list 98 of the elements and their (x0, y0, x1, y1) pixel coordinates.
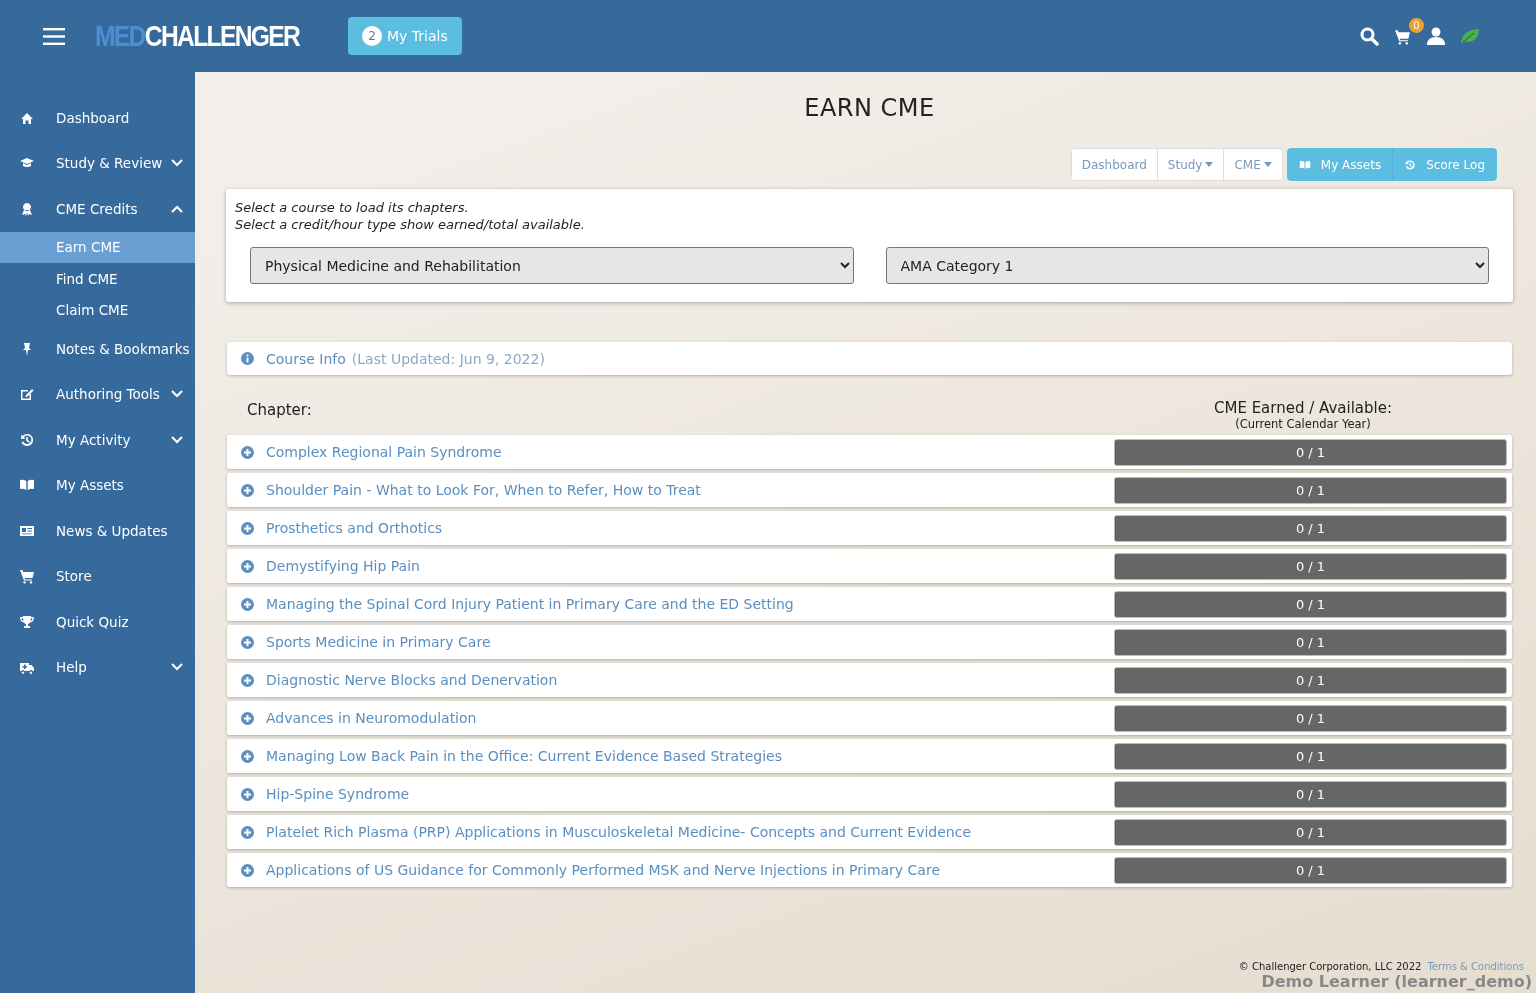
copyright-text: © Challenger Corporation, LLC 2022 (1238, 961, 1422, 972)
plus-circle-icon[interactable] (241, 483, 254, 497)
plus-circle-icon[interactable] (241, 825, 254, 839)
chapter-title[interactable]: Platelet Rich Plasma (PRP) Applications in Musculoskeletal Medicine- Concepts and Current Evidence (266, 824, 1102, 840)
course-dropdown[interactable]: Physical Medicine and Rehabilitation (250, 247, 854, 284)
chapter-heading: Chapter: (247, 401, 312, 419)
chapter-title[interactable]: Hip-Spine Syndrome (266, 786, 1102, 802)
chevron-down-icon[interactable] (171, 159, 183, 168)
sidebar-item[interactable]: Help (0, 644, 195, 690)
progress-reading: 0 / 1 (1295, 672, 1326, 688)
chapter-row[interactable]: Shoulder Pain - What to Look For, When to Refer, How to Treat 0 / 1 (227, 473, 1512, 507)
progress-reading: 0 / 1 (1295, 482, 1326, 498)
cart-icon[interactable] (1393, 27, 1412, 45)
sidebar-item[interactable]: Study & Review (0, 140, 195, 186)
sidebar-item[interactable]: Store (0, 553, 195, 599)
search-icon[interactable] (1360, 26, 1379, 46)
course-info-bar[interactable]: Course Info (Last Updated: Jun 9, 2022) (227, 342, 1512, 375)
sidebar-item[interactable]: Quick Quiz (0, 599, 195, 645)
chapter-row[interactable]: Advances in Neuromodulation 0 / 1 (227, 701, 1512, 735)
plus-circle-icon[interactable] (241, 711, 254, 725)
course-info-link[interactable]: Course Info (266, 350, 346, 367)
earned-heading: CME Earned / Available: (1213, 399, 1392, 417)
chapter-row[interactable]: Complex Regional Pain Syndrome 0 / 1 (227, 435, 1512, 469)
chapter-title[interactable]: Complex Regional Pain Syndrome (266, 444, 1102, 460)
chevron-up-icon[interactable] (171, 204, 183, 213)
plus-circle-icon[interactable] (241, 521, 254, 535)
nav-button[interactable]: Dashboard (1071, 149, 1158, 180)
chapter-row[interactable]: Demystifying Hip Pain 0 / 1 (227, 549, 1512, 583)
chevron-down-icon[interactable] (171, 663, 183, 672)
cart-icon (19, 568, 35, 585)
trophy-icon (19, 613, 35, 630)
progress-reading: 0 / 1 (1295, 748, 1326, 764)
sidebar-item[interactable]: Authoring Tools (0, 371, 195, 417)
user-icon[interactable] (1426, 27, 1446, 45)
chapter-row[interactable]: Prosthetics and Orthotics 0 / 1 (227, 511, 1512, 545)
info-icon (241, 352, 254, 365)
plus-circle-icon[interactable] (241, 673, 254, 687)
page-title: EARN CME (803, 94, 936, 122)
award-icon (19, 200, 35, 217)
progress-reading: 0 / 1 (1295, 520, 1326, 536)
chevron-down-icon[interactable] (171, 435, 183, 444)
chapter-row[interactable]: Managing the Spinal Cord Injury Patient in Primary Care and the ED Setting 0 / 1 (227, 587, 1512, 621)
progress-reading: 0 / 1 (1295, 444, 1326, 460)
menu-icon[interactable] (43, 27, 65, 45)
user-name-text: Demo Learner (learner_demo) (1261, 972, 1532, 991)
sidebar-item[interactable]: Notes & Bookmarks (0, 326, 195, 372)
cart-count-badge: 0 (1409, 17, 1424, 33)
chapter-row[interactable]: Sports Medicine in Primary Care 0 / 1 (227, 625, 1512, 659)
caret-icon (1205, 162, 1214, 167)
leaf-icon[interactable] (1460, 27, 1480, 45)
history-icon (1404, 158, 1417, 171)
plus-circle-icon[interactable] (241, 559, 254, 573)
plus-circle-icon[interactable] (241, 749, 254, 763)
earned-subheading: (Current Calendar Year) (1235, 417, 1371, 431)
plus-circle-icon[interactable] (241, 635, 254, 649)
progress-reading: 0 / 1 (1295, 786, 1326, 802)
logo[interactable]: MEDCHALLENGER (95, 19, 300, 53)
sidebar-subitem[interactable]: Find CME (0, 263, 195, 295)
chapter-row[interactable]: Applications of US Guidance for Commonly Performed MSK and Nerve Injections in Primary Care 0 / 1 (227, 853, 1512, 887)
chapter-row[interactable]: Diagnostic Nerve Blocks and Denervation 0 / 1 (227, 663, 1512, 697)
chapter-row[interactable]: Managing Low Back Pain in the Office: Current Evidence Based Strategies 0 / 1 (227, 739, 1512, 773)
sidebar-subitem[interactable]: Claim CME (0, 294, 195, 326)
sidebar-item[interactable]: CME Credits (0, 186, 195, 232)
chapter-title[interactable]: Diagnostic Nerve Blocks and Denervation (266, 672, 1102, 688)
credit-type-dropdown[interactable]: AMA Category 1 (885, 247, 1489, 284)
chapter-row[interactable]: Hip-Spine Syndrome 0 / 1 (227, 777, 1512, 811)
plus-circle-icon[interactable] (241, 863, 254, 877)
caret-icon (1263, 162, 1272, 167)
sidebar-item[interactable]: News & Updates (0, 508, 195, 554)
plus-circle-icon[interactable] (241, 597, 254, 611)
progress-reading: 0 / 1 (1295, 862, 1326, 878)
chapter-title[interactable]: Managing Low Back Pain in the Office: Current Evidence Based Strategies (266, 748, 1102, 764)
progress-reading: 0 / 1 (1295, 824, 1326, 840)
edit-icon (19, 386, 35, 403)
sidebar-item[interactable]: My Assets (0, 462, 195, 508)
my-trials-button[interactable]: 2 My Trials (348, 17, 462, 55)
progress-reading: 0 / 1 (1295, 710, 1326, 726)
chevron-down-icon[interactable] (171, 390, 183, 399)
instruction-text: Select a credit/hour type show earned/total available. (235, 216, 586, 233)
chapter-title[interactable]: Advances in Neuromodulation (266, 710, 1102, 726)
instruction-text: Select a course to load its chapters. (235, 199, 470, 216)
book-icon (1298, 158, 1311, 171)
chapter-title[interactable]: Prosthetics and Orthotics (266, 520, 1102, 536)
chapter-title[interactable]: Sports Medicine in Primary Care (266, 634, 1102, 650)
last-updated-text: (Last Updated: Jun 9, 2022) (351, 350, 545, 367)
progress-reading: 0 / 1 (1295, 634, 1326, 650)
plus-circle-icon[interactable] (241, 787, 254, 801)
progress-reading: 0 / 1 (1295, 596, 1326, 612)
chapter-title[interactable]: Demystifying Hip Pain (266, 558, 1102, 574)
progress-reading: 0 / 1 (1295, 558, 1326, 574)
sidebar-item[interactable]: Dashboard (0, 95, 195, 141)
chapter-row[interactable]: Platelet Rich Plasma (PRP) Applications in Musculoskeletal Medicine- Concepts and Current Evidence 0 / 1 (227, 815, 1512, 849)
chapter-title[interactable]: Managing the Spinal Cord Injury Patient in Primary Care and the ED Setting (266, 596, 1102, 612)
history-icon (19, 431, 35, 448)
sidebar-item[interactable]: My Activity (0, 417, 195, 463)
chapter-title[interactable]: Shoulder Pain - What to Look For, When to Refer, How to Treat (266, 482, 1102, 498)
chapter-title[interactable]: Applications of US Guidance for Commonly Performed MSK and Nerve Injections in Primary Care (266, 862, 1102, 878)
plus-circle-icon[interactable] (241, 445, 254, 459)
